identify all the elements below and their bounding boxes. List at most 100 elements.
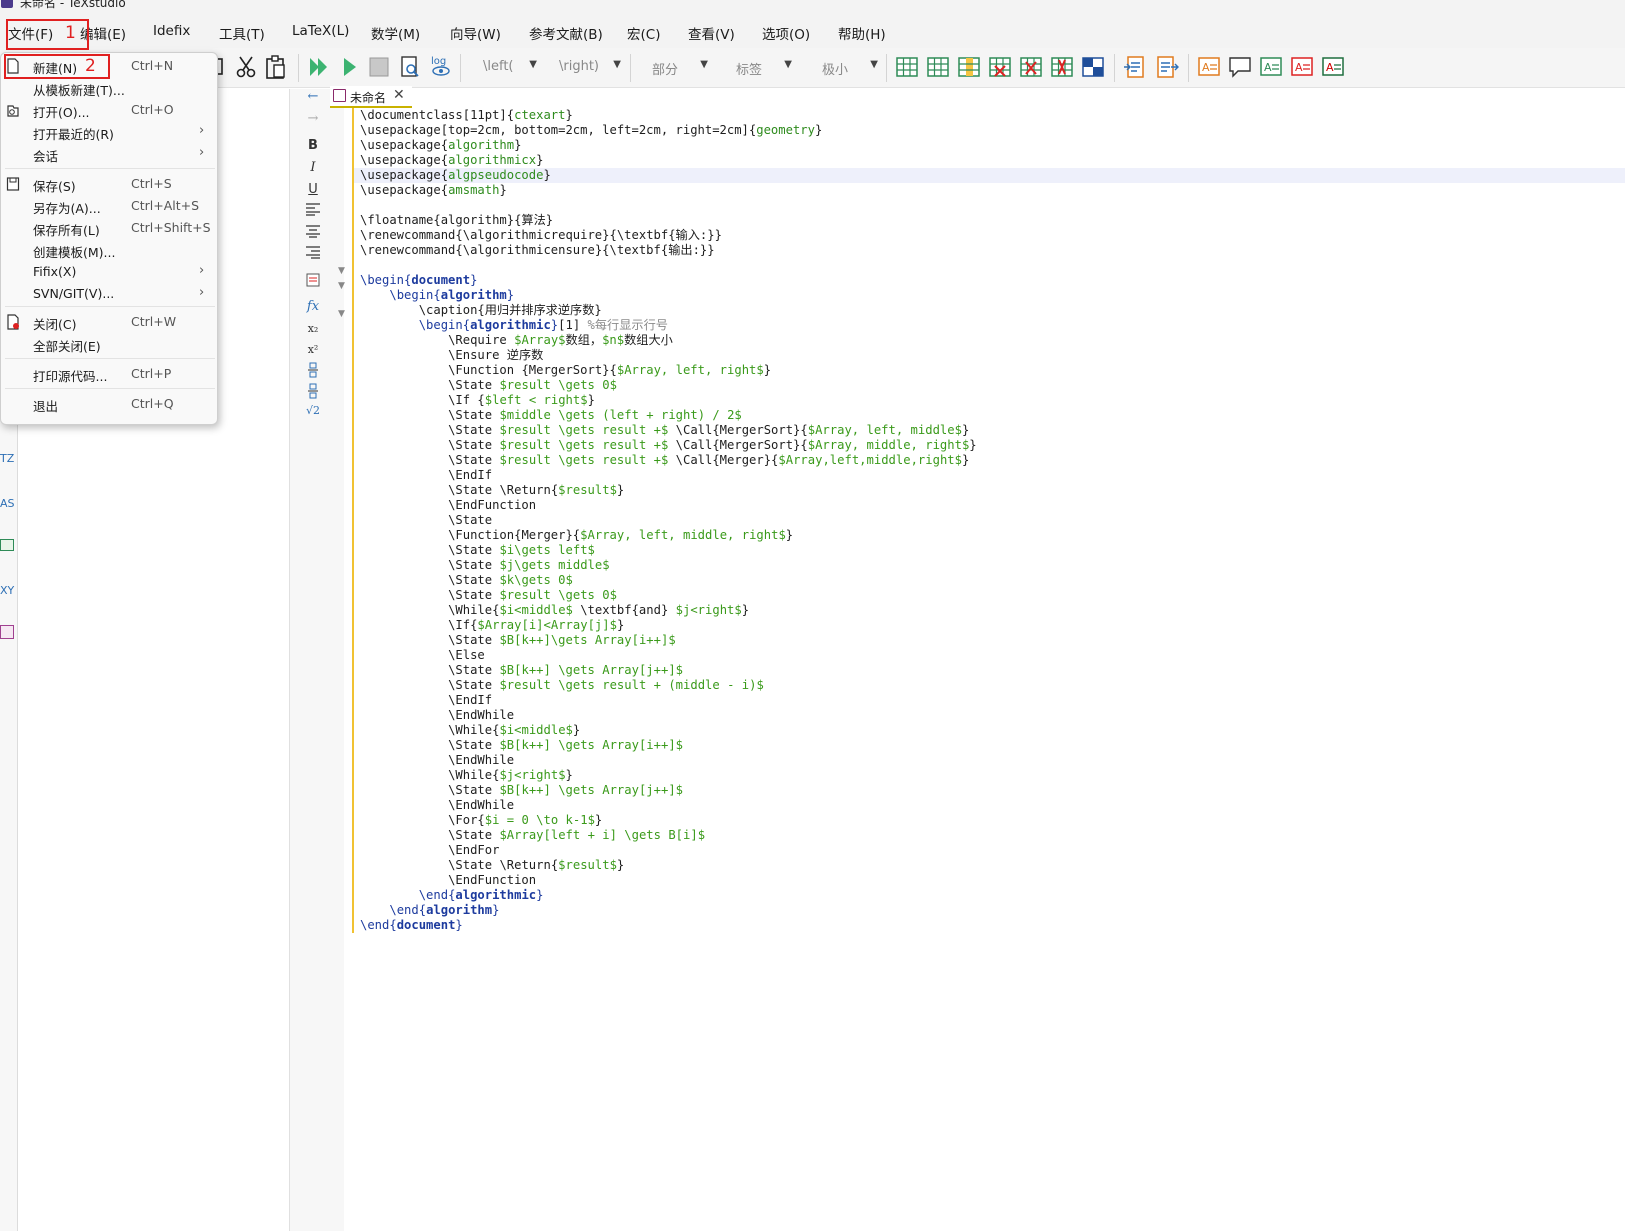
view-pdf-icon[interactable]	[397, 54, 423, 80]
file-menu-shortcut: Ctrl+S	[131, 176, 172, 191]
file-menu-item-label: Fifix(X)	[33, 264, 77, 279]
dock-table-icon[interactable]	[0, 539, 14, 551]
file-menu-item[interactable]: SVN/GIT(V)... ›	[1, 283, 217, 305]
dfraction-icon[interactable]	[302, 383, 324, 403]
forward-arrow-icon[interactable]: →	[302, 111, 324, 131]
file-menu-shortcut: Ctrl+Alt+S	[131, 198, 200, 213]
menu-bar: 文件(F) 编辑(E) Idefix 工具(T) LaTeX(L) 数学(M) …	[0, 10, 1625, 52]
export-file-icon[interactable]	[1154, 54, 1180, 80]
menu-separator	[5, 306, 215, 307]
subscript-icon[interactable]: x₂	[302, 322, 324, 342]
file-menu-item[interactable]: 从模板新建(T)...	[1, 77, 217, 99]
file-menu-item[interactable]: 退出 Ctrl+Q	[1, 393, 217, 415]
build-view-icon[interactable]	[306, 54, 332, 80]
file-menu-item[interactable]: 另存为(A)... Ctrl+Alt+S	[1, 195, 217, 217]
file-menu-item[interactable]: 会话 ›	[1, 143, 217, 165]
code-line: \State $j\gets middle$	[448, 558, 610, 572]
code-line: \usepackage{algorithm}	[360, 138, 522, 152]
menu-macros[interactable]: 宏(C)	[627, 23, 660, 43]
menu-help[interactable]: 帮助(H)	[838, 23, 886, 43]
align-left-icon[interactable]	[302, 202, 324, 222]
superscript-icon[interactable]: x²	[302, 343, 324, 363]
file-menu-item[interactable]: 保存(S) Ctrl+S	[1, 173, 217, 195]
combo-value: 标签	[736, 63, 763, 78]
menu-tools[interactable]: 工具(T)	[219, 23, 265, 43]
dock-tikz[interactable]: TZ	[0, 452, 14, 465]
file-menu-item[interactable]: 打开最近的(R) ›	[1, 121, 217, 143]
sqrt-icon[interactable]: √2	[302, 404, 324, 424]
menu-view[interactable]: 查看(V)	[688, 23, 735, 43]
math-mode-icon[interactable]: fx	[302, 299, 324, 319]
menu-options[interactable]: 选项(O)	[762, 23, 810, 43]
menu-bibliography[interactable]: 参考文献(B)	[529, 23, 603, 43]
dock-xymatrix[interactable]: XY	[0, 584, 14, 597]
code-line: \If{$Array[i]<Array[j]$}	[448, 618, 625, 632]
back-arrow-icon[interactable]: ←	[302, 89, 324, 109]
text-note-dark-green-icon[interactable]: A	[1320, 54, 1346, 80]
left-delimiter-combo[interactable]: \left(▼	[469, 55, 539, 79]
text-note-orange-icon[interactable]: A	[1196, 54, 1222, 80]
code-line: \Function {MergerSort}{$Array, left, rig…	[448, 363, 772, 377]
fold-toggle-icon[interactable]: ▼	[338, 309, 345, 319]
file-menu-popup: 新建(N) Ctrl+N 从模板新建(T)... 打开(O)... Ctrl+O 打开最近…	[0, 52, 218, 425]
file-menu-item[interactable]: 创建模板(M)...	[1, 239, 217, 261]
section-combo[interactable]: 部分 ▼	[638, 55, 710, 79]
size-combo[interactable]: 极小 ▼	[808, 55, 880, 79]
table-align-icon[interactable]	[1080, 54, 1106, 80]
align-right-icon[interactable]	[302, 245, 324, 265]
svg-text:log: log	[431, 56, 446, 67]
combo-value: \right)	[559, 59, 599, 74]
fold-toggle-icon[interactable]: ▼	[338, 281, 345, 291]
right-delimiter-combo[interactable]: \right) ▼	[545, 55, 623, 79]
file-menu-item[interactable]: 打开(O)... Ctrl+O	[1, 99, 217, 121]
comment-icon[interactable]	[1227, 54, 1253, 80]
italic-button[interactable]: I	[302, 160, 324, 180]
editor-side-toolbar: ← → B I U fx x₂ x² √2	[290, 89, 344, 1231]
bold-button[interactable]: B	[302, 138, 324, 158]
table-delete-column-icon[interactable]	[1018, 54, 1044, 80]
menu-idefix[interactable]: Idefix	[153, 23, 190, 39]
dock-pstricks[interactable]: AS	[0, 497, 15, 510]
code-line: \If {$left < right$}	[448, 393, 595, 407]
dock-metapost-icon[interactable]	[0, 625, 14, 639]
file-menu-item[interactable]: 保存所有(L) Ctrl+Shift+S	[1, 217, 217, 239]
file-menu-item[interactable]: 关闭(C) Ctrl+W	[1, 311, 217, 333]
chevron-down-icon: ▼	[870, 59, 878, 70]
code-line: \Else	[448, 648, 485, 662]
table-delete-row-icon[interactable]	[987, 54, 1013, 80]
view-log-icon[interactable]: log	[428, 54, 454, 80]
menu-wizards[interactable]: 向导(W)	[450, 23, 501, 43]
code-content[interactable]: \documentclass[11pt]{ctexart} \usepackage…	[360, 108, 977, 933]
compile-icon[interactable]	[337, 54, 363, 80]
file-menu-item[interactable]: 打印源代码... Ctrl+P	[1, 363, 217, 385]
tab-untitled[interactable]: 未命名 ✕	[330, 86, 412, 108]
table-add-column-icon[interactable]	[956, 54, 982, 80]
table-icon[interactable]	[894, 54, 920, 80]
file-menu-item[interactable]: Fifix(X) ›	[1, 261, 217, 283]
new-line-icon[interactable]	[302, 273, 324, 293]
toolbar-separator	[630, 54, 631, 82]
chevron-right-icon: ›	[199, 285, 205, 300]
fold-toggle-icon[interactable]: ▼	[338, 266, 345, 276]
close-icon[interactable]: ✕	[393, 87, 405, 103]
menu-latex[interactable]: LaTeX(L)	[292, 23, 349, 39]
menu-math[interactable]: 数学(M)	[371, 23, 420, 43]
file-menu-item[interactable]: 全部关闭(E)	[1, 333, 217, 355]
label-combo[interactable]: 标签 ▼	[722, 55, 794, 79]
paste-icon[interactable]	[263, 54, 289, 80]
table-add-row-icon[interactable]	[925, 54, 951, 80]
unsaved-file-icon	[333, 89, 346, 102]
text-note-green-icon[interactable]: A	[1258, 54, 1284, 80]
fraction-icon[interactable]	[302, 362, 324, 382]
table-clear-icon[interactable]	[1049, 54, 1075, 80]
code-line: \documentclass[11pt]{ctexart}	[360, 108, 573, 122]
text-note-red-icon[interactable]: A	[1289, 54, 1315, 80]
cut-icon[interactable]	[233, 54, 259, 80]
stop-icon[interactable]	[366, 54, 392, 80]
code-line: \While{$i<middle$ \textbf{and} $j<right$…	[448, 603, 750, 617]
code-line: \EndFunction	[448, 498, 537, 512]
underline-button[interactable]: U	[302, 182, 324, 202]
insert-file-icon[interactable]	[1122, 54, 1148, 80]
align-center-icon[interactable]	[302, 224, 324, 244]
